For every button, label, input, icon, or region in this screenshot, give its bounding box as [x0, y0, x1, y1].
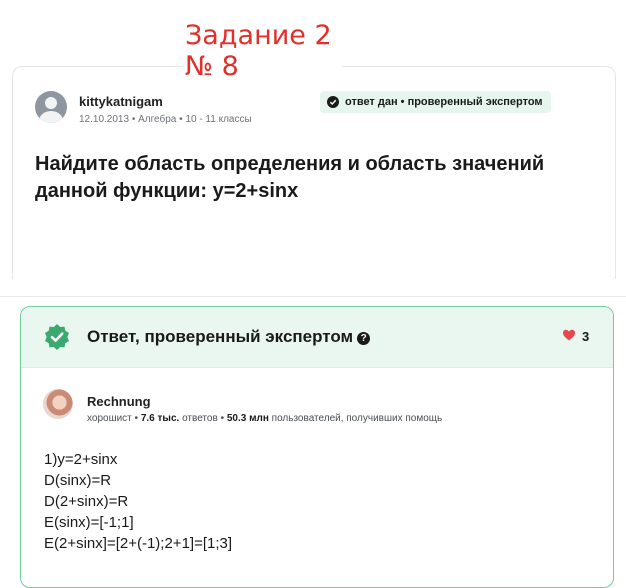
- verified-seal-icon: [45, 324, 69, 350]
- answer-author-avatar[interactable]: [43, 389, 73, 419]
- author-rank: хорошист: [87, 413, 132, 424]
- answer-body: 1)y=2+sinx D(sinx)=R D(2+sinx)=R E(sinx)…: [44, 449, 232, 554]
- user-silhouette-body: [39, 111, 63, 123]
- answer-author-meta: хорошист • 7.6 тыс. ответов • 50.3 млн п…: [87, 413, 442, 424]
- answer-line: 1)y=2+sinx: [44, 451, 118, 468]
- answer-line: D(2+sinx)=R: [44, 493, 129, 510]
- answer-line: D(sinx)=R: [44, 472, 112, 489]
- overlay-task-line1: Задание 2: [185, 20, 332, 51]
- answer-author-name[interactable]: Rechnung: [87, 394, 151, 409]
- author-helped-label: пользователей, получивших помощь: [271, 413, 443, 424]
- check-circle-icon: [327, 96, 339, 108]
- question-grade: 10 - 11 классы: [185, 114, 252, 125]
- question-meta: 12.10.2013 • Алгебра • 10 - 11 классы: [79, 114, 252, 125]
- heart-icon[interactable]: [562, 328, 576, 342]
- question-subject[interactable]: Алгебра: [138, 114, 176, 125]
- overlay-task-label: Задание 2 № 8: [183, 20, 342, 82]
- verified-answer-badge: ответ дан • проверенный экспертом: [320, 91, 551, 113]
- author-answers-count: 7.6 тыс.: [140, 413, 180, 424]
- expert-answer-header: Ответ, проверенный экспертом? 3: [21, 307, 613, 368]
- answer-line: E(sinx)=[-1;1]: [44, 514, 134, 531]
- author-answers-label: ответов: [182, 413, 218, 424]
- likes-count: 3: [582, 329, 590, 344]
- overlay-task-line2: № 8: [185, 51, 239, 82]
- verified-answer-badge-label: ответ дан • проверенный экспертом: [345, 96, 543, 108]
- question-author-avatar[interactable]: [35, 91, 67, 123]
- author-helped-count: 50.3 млн: [226, 413, 269, 424]
- expert-answer-title: Ответ, проверенный экспертом?: [87, 327, 371, 347]
- answer-line: E(2+sinx]=[2+(-1);2+1]=[1;3]: [44, 535, 233, 552]
- question-date: 12.10.2013: [79, 114, 130, 125]
- user-silhouette-icon: [45, 97, 57, 109]
- question-text: Найдите область определения и область зн…: [35, 153, 545, 202]
- section-divider: [0, 296, 626, 297]
- question-author-name[interactable]: kittykatnigam: [79, 94, 163, 109]
- expert-answer-title-text: Ответ, проверенный экспертом: [87, 327, 354, 346]
- question-card: kittykatnigam 12.10.2013 • Алгебра • 10 …: [12, 66, 616, 279]
- expert-answer-card: Ответ, проверенный экспертом? 3 Rechnung…: [20, 306, 614, 588]
- question-circle-icon[interactable]: ?: [357, 332, 371, 345]
